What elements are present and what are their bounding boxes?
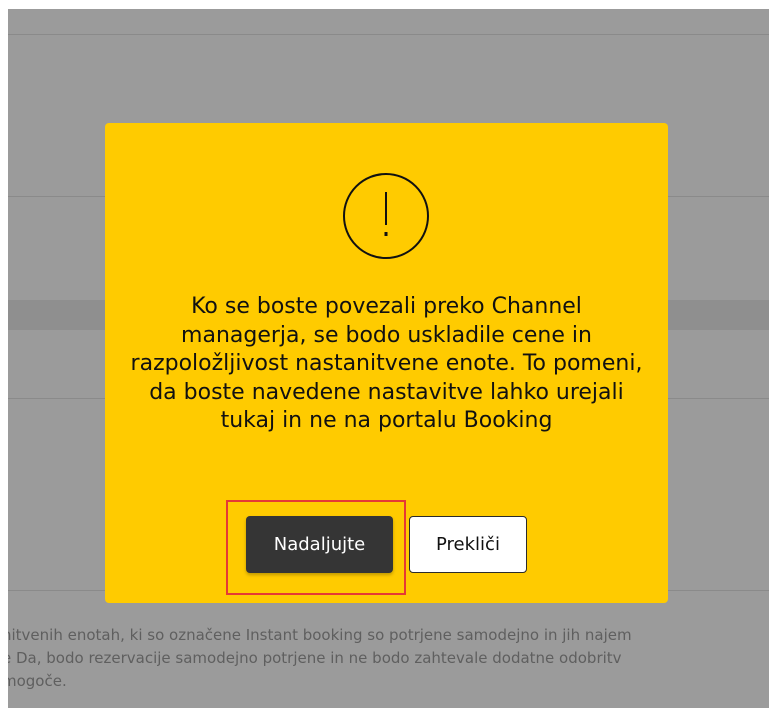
channel-manager-warning-dialog: Ko se boste povezali preko Channel manag…: [105, 123, 668, 603]
cancel-button[interactable]: Prekliči: [409, 516, 527, 573]
dialog-message: Ko se boste povezali preko Channel manag…: [130, 294, 643, 434]
background-text-line: nitvenih enotah, ki so označene Instant …: [8, 626, 632, 644]
exclamation-circle-icon: [343, 173, 429, 259]
background-text-line: e Da, bodo rezervacije samodejno potrjen…: [8, 649, 622, 667]
continue-button[interactable]: Nadaljujte: [246, 516, 393, 573]
background-divider: [8, 34, 769, 35]
background-description: nitvenih enotah, ki so označene Instant …: [8, 624, 769, 693]
background-text-line: mogoče.: [8, 672, 67, 690]
